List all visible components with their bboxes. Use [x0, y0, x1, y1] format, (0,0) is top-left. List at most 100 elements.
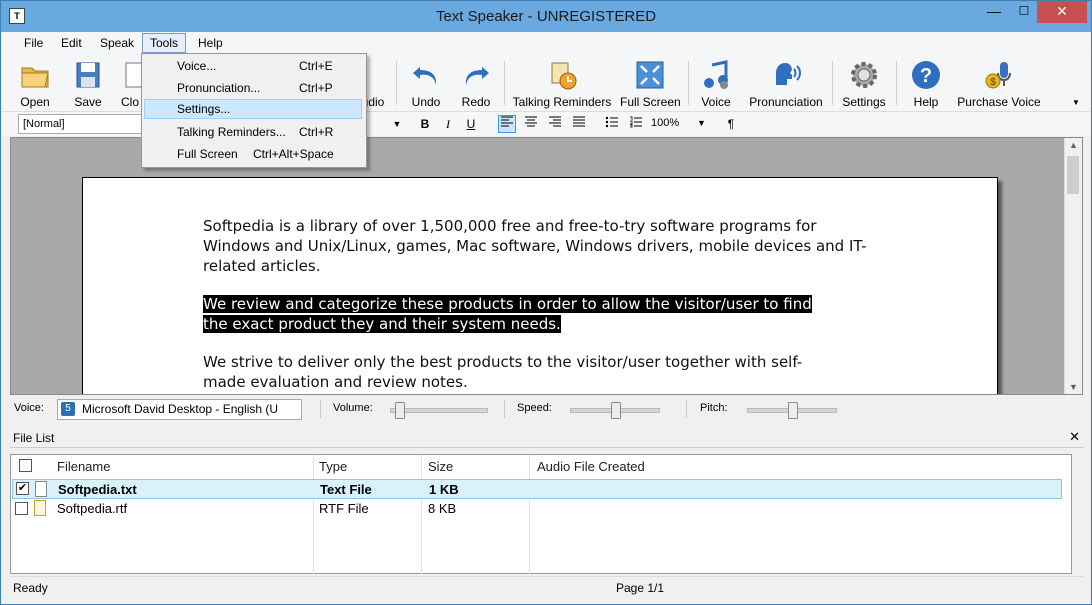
pronunciation-button[interactable]: Pronunciation — [746, 57, 826, 109]
column-header-size[interactable]: Size — [428, 459, 453, 474]
full-screen-label: Full Screen — [620, 95, 681, 109]
row-checkbox[interactable] — [15, 502, 28, 515]
menu-bar: File Edit Speak Tools Help — [2, 32, 1090, 54]
toolbar-overflow-icon[interactable]: ▼ — [1072, 98, 1080, 107]
menu-item-settings[interactable]: Settings... — [144, 99, 362, 119]
align-center-button[interactable] — [522, 115, 540, 133]
align-right-icon — [549, 116, 561, 127]
scroll-down-icon[interactable]: ▼ — [1065, 382, 1082, 392]
numbered-list-icon — [630, 116, 642, 128]
numbering-button[interactable] — [627, 115, 645, 133]
menu-item-voice[interactable]: Voice... Ctrl+E — [144, 56, 362, 76]
status-bar: Ready Page 1/1 — [10, 576, 1084, 599]
maximize-button[interactable]: ☐ — [1009, 1, 1039, 23]
column-header-audio[interactable]: Audio File Created — [537, 459, 645, 474]
document-page[interactable]: Softpedia is a library of over 1,500,000… — [82, 177, 998, 394]
voice-button[interactable]: Voice — [696, 57, 736, 109]
menu-item-shortcut: Ctrl+Alt+Space — [253, 147, 334, 161]
toolbar-separator — [688, 61, 689, 105]
menu-item-talking-reminders[interactable]: Talking Reminders... Ctrl+R — [144, 122, 362, 142]
save-button[interactable]: Save — [68, 57, 108, 109]
zoom-combo[interactable]: 100% ▼ — [651, 114, 715, 134]
folder-icon — [21, 67, 49, 88]
voice-field-label: Voice: — [14, 402, 44, 414]
menu-item-label: Talking Reminders... — [177, 125, 286, 139]
volume-slider[interactable] — [390, 402, 488, 419]
select-all-checkbox[interactable] — [19, 459, 32, 472]
undo-button[interactable]: Undo — [406, 57, 446, 109]
align-left-button[interactable] — [498, 115, 516, 133]
row-checkbox[interactable]: ✔ — [16, 482, 29, 495]
menu-tools[interactable]: Tools — [142, 33, 187, 53]
talking-reminders-label: Talking Reminders — [512, 95, 612, 109]
redo-button[interactable]: Redo — [456, 57, 496, 109]
justify-button[interactable] — [570, 115, 588, 133]
table-row[interactable]: Softpedia.rtf RTF File 8 KB — [12, 499, 1062, 519]
toolbar-separator — [896, 61, 897, 105]
page-indicator: Page 1/1 — [616, 581, 665, 595]
menu-help[interactable]: Help — [191, 34, 230, 52]
svg-text:?: ? — [920, 65, 932, 87]
cell-filename: Softpedia.rtf — [57, 501, 128, 516]
paragraph-style-combo[interactable]: [Normal] — [18, 114, 144, 134]
undo-label: Undo — [411, 95, 441, 109]
column-header-type[interactable]: Type — [319, 459, 347, 474]
close-icon[interactable]: ✕ — [1069, 429, 1080, 445]
minimize-button[interactable]: — — [979, 1, 1009, 23]
scroll-up-icon[interactable]: ▲ — [1065, 140, 1082, 150]
selected-text-line-1: We review and categorize these products … — [203, 295, 812, 313]
voice-select[interactable]: Microsoft David Desktop - English (U — [57, 399, 302, 420]
voice-label: Voice — [701, 95, 731, 109]
bold-button[interactable]: B — [416, 115, 434, 133]
help-question-icon: ? — [912, 61, 940, 89]
save-disk-icon — [76, 62, 100, 88]
pitch-slider[interactable] — [747, 402, 837, 419]
scroll-thumb[interactable] — [1067, 156, 1079, 194]
close-window-button[interactable]: ✕ — [1037, 1, 1087, 23]
menu-file[interactable]: File — [17, 34, 50, 52]
redo-icon — [465, 67, 489, 85]
speed-slider[interactable] — [570, 402, 660, 419]
talking-reminders-button[interactable]: Talking Reminders — [512, 57, 612, 109]
volume-slider-knob[interactable] — [395, 402, 405, 419]
fullscreen-icon — [636, 61, 664, 89]
menu-item-shortcut: Ctrl+P — [299, 81, 333, 95]
full-screen-button[interactable]: Full Screen — [620, 57, 681, 109]
underline-button[interactable]: U — [462, 115, 480, 133]
bullets-button[interactable] — [603, 115, 621, 133]
purchase-voice-button[interactable]: $ Purchase Voice — [956, 57, 1042, 109]
menu-item-pronunciation[interactable]: Pronunciation... Ctrl+P — [144, 78, 362, 98]
document-area: Softpedia is a library of over 1,500,000… — [10, 137, 1083, 395]
cell-type: Text File — [320, 482, 372, 497]
voicebar-separator — [504, 400, 505, 418]
menu-item-full-screen[interactable]: Full Screen Ctrl+Alt+Space — [144, 144, 362, 164]
italic-button[interactable]: I — [439, 115, 457, 133]
font-size-dropdown-icon[interactable]: ▼ — [388, 115, 406, 133]
file-list-title: File List — [13, 431, 55, 445]
app-window: T Text Speaker - UNREGISTERED — ☐ ✕ File… — [0, 0, 1092, 605]
menu-item-label: Pronunciation... — [177, 81, 261, 95]
menu-edit[interactable]: Edit — [54, 34, 89, 52]
pronunciation-label: Pronunciation — [749, 95, 823, 109]
align-left-icon — [501, 116, 513, 127]
table-row[interactable]: ✔ Softpedia.txt Text File 1 KB — [12, 479, 1062, 499]
settings-label: Settings — [842, 95, 886, 109]
purchase-microphone-icon: $ — [985, 62, 1011, 89]
tools-menu-dropdown: Voice... Ctrl+E Pronunciation... Ctrl+P … — [141, 53, 367, 168]
speed-slider-knob[interactable] — [611, 402, 621, 419]
close-doc-button[interactable]: Clo — [118, 57, 142, 109]
menu-speak[interactable]: Speak — [93, 34, 141, 52]
show-formatting-button[interactable]: ¶ — [722, 115, 740, 133]
open-button[interactable]: Open — [14, 57, 56, 109]
file-list-scrollbar[interactable] — [1073, 454, 1083, 574]
pitch-slider-knob[interactable] — [788, 402, 798, 419]
settings-button[interactable]: Settings — [840, 57, 888, 109]
file-list-header: File List ✕ — [10, 429, 1084, 448]
document-scrollbar[interactable]: ▲ ▼ — [1064, 138, 1082, 394]
toolbar-separator — [396, 61, 397, 105]
toolbar-separator — [504, 61, 505, 105]
column-header-filename[interactable]: Filename — [57, 459, 110, 474]
align-right-button[interactable] — [546, 115, 564, 133]
zoom-dropdown-icon[interactable]: ▼ — [697, 114, 706, 132]
help-button[interactable]: ? Help — [904, 57, 948, 109]
